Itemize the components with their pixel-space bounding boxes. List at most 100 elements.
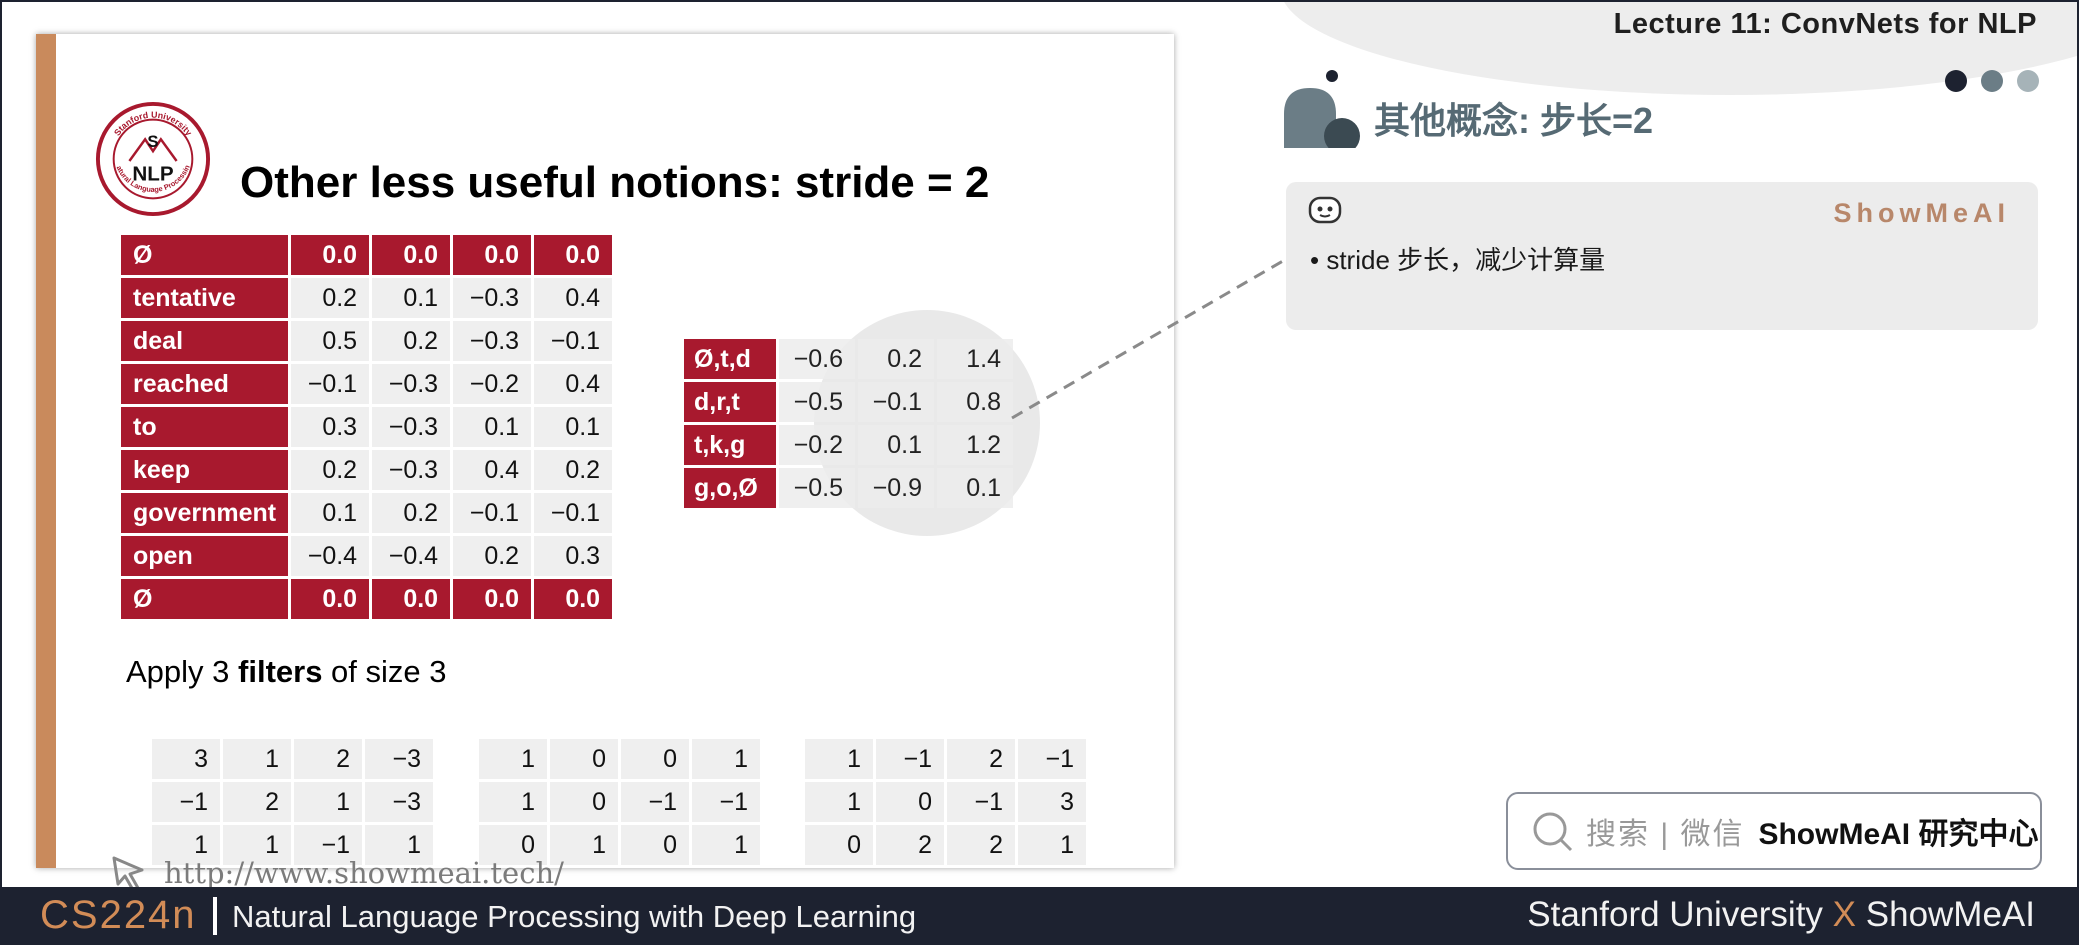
matrix-cell: 0.2 [372,321,451,361]
matrix-cell: −0.3 [372,364,451,404]
filter-cell: −1 [876,739,944,779]
footer-credit-a: Stanford University [1527,895,1833,934]
matrix-cell: 0.1 [372,278,451,318]
table-row: 1001 [479,739,760,779]
matrix-cell: 0.0 [453,579,532,619]
filter-cell: 1 [692,825,760,865]
search-icon [1533,812,1573,852]
input-matrix: Ø 0.0 0.0 0.0 0.0 tentative 0.2 0.1 −0.3 0.4 deal 0… [118,232,615,622]
table-row: deal 0.5 0.2 −0.3 −0.1 [121,321,613,361]
matrix-cell: −0.3 [372,450,451,490]
row-label: government [121,493,289,533]
table-row: open −0.4 −0.4 0.2 0.3 [121,536,613,576]
filter-cell: −1 [692,782,760,822]
table-row: t,k,g −0.2 0.1 1.2 [684,425,1013,465]
table-row: 1 0 −1 3 [805,782,1086,822]
matrix-cell: −0.4 [291,536,370,576]
filter-cell: −1 [152,782,220,822]
robot-icon [1308,196,1342,224]
decorative-dot [1326,70,1338,82]
row-label: tentative [121,278,289,318]
matrix-cell: 0.4 [453,450,532,490]
matrix-cell: −0.1 [858,382,934,422]
matrix-cell: −0.1 [534,493,613,533]
matrix-cell: 0.0 [291,579,370,619]
matrix-cell: 0.0 [372,579,451,619]
matrix-cell: 0.8 [937,382,1013,422]
filter-3: 1 −1 2 −1 1 0 −1 3 0 2 2 1 [802,736,1089,868]
note-card: ShowMeAI • stride 步长，减少计算量 [1286,182,2038,330]
footer-subtitle: Natural Language Processing with Deep Le… [232,899,917,934]
matrix-cell: −0.6 [779,339,855,379]
matrix-cell: −0.1 [291,364,370,404]
row-label: Ø [121,235,289,275]
table-row: tentative 0.2 0.1 −0.3 0.4 [121,278,613,318]
footer: CS224n Natural Language Processing with … [0,887,2079,945]
matrix-cell: 0.2 [453,536,532,576]
row-label: keep [121,450,289,490]
filter-cell: 0 [621,739,689,779]
matrix-cell: 0.2 [858,339,934,379]
matrix-cell: 0.0 [291,235,370,275]
table-row: Ø 0.0 0.0 0.0 0.0 [121,579,613,619]
matrix-cell: −0.2 [779,425,855,465]
matrix-cell: 0.3 [291,407,370,447]
slide-accent-bar [36,34,56,868]
filter-cell: 0 [550,782,618,822]
matrix-cell: −0.3 [453,278,532,318]
matrix-cell: −0.9 [858,468,934,508]
matrix-cell: 0.5 [291,321,370,361]
matrix-cell: 0.1 [453,407,532,447]
logo-letter-s: S [147,132,158,151]
table-row: 0221 [805,825,1086,865]
search-placeholder: 搜索 | 微信 [1586,818,1745,851]
filter-cell: 2 [876,825,944,865]
filter-cell: 1 [805,739,873,779]
filter-1: 3 1 2 −3 −1 2 1 −3 1 1 −1 1 [149,736,436,868]
page-dots [1945,70,2039,92]
matrix-cell: −0.3 [372,407,451,447]
filter-cell: 0 [621,825,689,865]
filter-cell: 2 [947,739,1015,779]
matrix-cell: 0.0 [534,579,613,619]
filter-cell: −3 [365,782,433,822]
row-label: deal [121,321,289,361]
matrix-cell: −0.5 [779,468,855,508]
section-title: 其他概念: 步长=2 [1374,100,1654,141]
matrix-cell: 0.2 [372,493,451,533]
filter-cell: 1 [479,739,547,779]
filter-cell: −3 [365,739,433,779]
matrix-cell: 0.2 [534,450,613,490]
table-row: 1 0 −1 −1 [479,782,760,822]
search-box[interactable]: 搜索 | 微信 ShowMeAI 研究中心 [1506,792,2042,870]
matrix-cell: 0.4 [534,278,613,318]
website-link-text[interactable]: http://www.showmeai.tech/ [164,856,564,890]
filter-cell: 2 [223,782,291,822]
filter-cell: 0 [805,825,873,865]
apply-suffix: of size 3 [322,654,447,689]
matrix-cell: 0.0 [372,235,451,275]
search-brand: ShowMeAI 研究中心 [1758,818,2039,851]
matrix-cell: −0.1 [453,493,532,533]
row-label: d,r,t [684,382,776,422]
table-row: government 0.1 0.2 −0.1 −0.1 [121,493,613,533]
table-row: Ø 0.0 0.0 0.0 0.0 [121,235,613,275]
matrix-cell: 0.3 [534,536,613,576]
row-label: to [121,407,289,447]
matrix-cell: −0.1 [534,321,613,361]
footer-credit-x: X [1832,895,1857,934]
apply-filters-text: Apply 3 filters of size 3 [126,654,447,690]
slide: Stanford University Natural Language Pro… [36,34,1174,892]
filter-cell: 2 [294,739,362,779]
matrix-cell: −0.2 [453,364,532,404]
filter-cell: 1 [294,782,362,822]
matrix-cell: 0.1 [534,407,613,447]
filter-cell: 0 [876,782,944,822]
matrix-cell: −0.4 [372,536,451,576]
footer-course: CS224n [40,893,197,937]
lecture-title: Lecture 11: ConvNets for NLP [1613,8,2037,40]
brand-label: ShowMeAI [1833,198,2010,228]
footer-separator [213,897,217,935]
filter-cell: 0 [550,739,618,779]
filter-cell: 2 [947,825,1015,865]
